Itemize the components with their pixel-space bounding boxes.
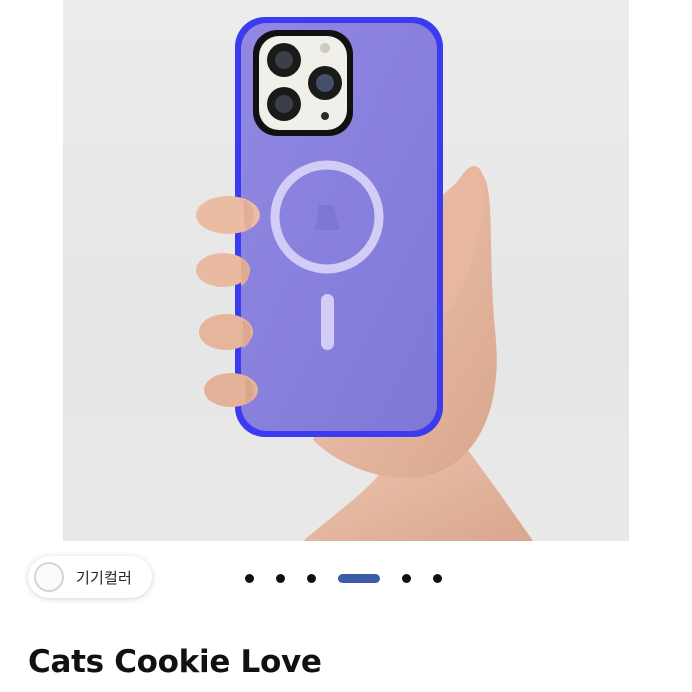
color-swatch [34,562,64,592]
pagination-dot[interactable] [433,573,442,583]
pagination-dot[interactable] [307,573,316,583]
magsafe-tail [321,294,334,350]
device-color-label: 기기컬러 [76,568,133,587]
pagination-dot-active[interactable] [338,573,380,583]
device-color-chip[interactable]: 기기컬러 [28,556,152,598]
pagination-dot[interactable] [245,573,254,583]
product-title: Cats Cookie Love [28,644,322,680]
phone-case-in-hand-illustration [196,17,533,541]
product-image[interactable] [63,0,629,541]
image-pagination [245,572,442,584]
pagination-dot[interactable] [276,573,285,583]
product-page: 기기컬러 Cats Cookie Love [0,0,692,692]
pagination-dot[interactable] [402,573,411,583]
